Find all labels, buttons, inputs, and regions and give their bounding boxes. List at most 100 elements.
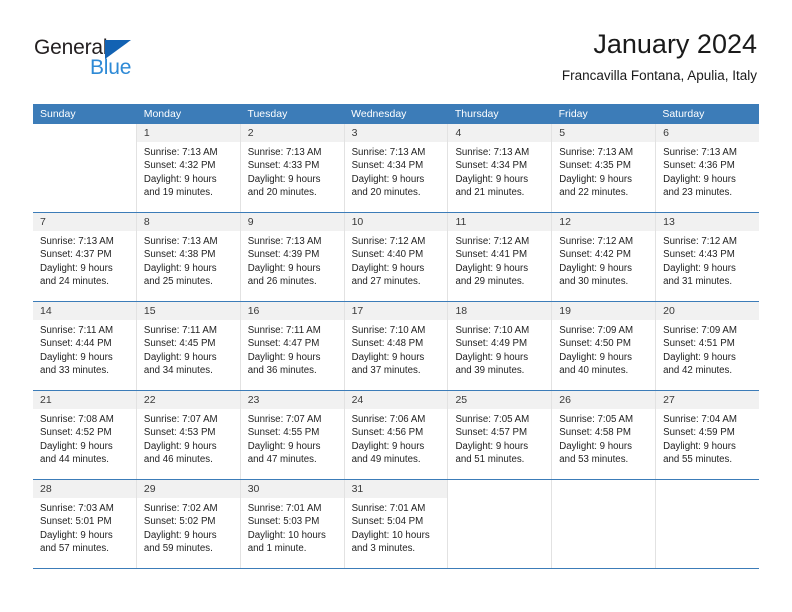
sunset-text: Sunset: 4:50 PM [559, 338, 631, 350]
daylight-text-line2: and 40 minutes. [559, 365, 629, 377]
daylight-text-line2: and 19 minutes. [143, 187, 213, 199]
day-details: Sunrise: 7:01 AM Sunset: 5:03 PM Daylight:… [241, 498, 344, 556]
calendar-day-cell[interactable]: 19 Sunrise: 7:09 AM Sunset: 4:50 PM Dayligh… [552, 302, 657, 390]
day-number-band: 16 [240, 302, 344, 320]
day-details: Sunrise: 7:13 AM Sunset: 4:33 PM Daylight:… [241, 142, 344, 200]
page-header: General Blue January 2024 Francavilla Fo… [0, 0, 792, 100]
day-number-band: 19 [552, 302, 656, 320]
sunset-text: Sunset: 4:38 PM [143, 249, 216, 261]
day-details: Sunrise: 7:12 AM Sunset: 4:40 PM Daylight:… [345, 231, 448, 289]
daylight-text-line1: Daylight: 9 hours [663, 351, 736, 363]
daylight-text-line2: and 1 minute. [247, 543, 307, 555]
calendar-day-cell[interactable]: 28 Sunrise: 7:03 AM Sunset: 5:01 PM Dayligh… [33, 480, 137, 568]
day-details: Sunrise: 7:09 AM Sunset: 4:50 PM Daylight:… [552, 320, 655, 378]
calendar-grid: Sunday Monday Tuesday Wednesday Thursday… [33, 104, 760, 569]
calendar-day-cell[interactable]: 12 Sunrise: 7:12 AM Sunset: 4:42 PM Dayligh… [552, 213, 657, 301]
daylight-text-line1: Daylight: 9 hours [455, 173, 529, 185]
calendar-day-cell[interactable]: 16 Sunrise: 7:11 AM Sunset: 4:47 PM Dayligh… [240, 302, 345, 390]
day-number-band: 24 [344, 391, 448, 409]
daylight-text-line1: Daylight: 10 hours [351, 529, 430, 541]
calendar-day-cell[interactable]: 26 Sunrise: 7:05 AM Sunset: 4:58 PM Dayligh… [552, 391, 657, 479]
daylight-text-line1: Daylight: 9 hours [247, 440, 321, 452]
sunset-text: Sunset: 4:59 PM [663, 427, 735, 439]
daylight-text-line2: and 44 minutes. [40, 454, 109, 466]
sunrise-text: Sunrise: 7:13 AM [143, 147, 218, 158]
calendar-day-cell[interactable]: 2 Sunrise: 7:13 AM Sunset: 4:33 PM Daylight… [240, 124, 345, 212]
day-number-band: 10 [344, 213, 448, 231]
calendar-day-cell[interactable]: 4 Sunrise: 7:13 AM Sunset: 4:34 PM Daylight… [448, 124, 553, 212]
daylight-text-line2: and 49 minutes. [351, 454, 421, 466]
daylight-text-line2: and 37 minutes. [351, 365, 421, 377]
day-details: Sunrise: 7:05 AM Sunset: 4:57 PM Daylight:… [448, 409, 551, 467]
day-details: Sunrise: 7:09 AM Sunset: 4:51 PM Daylight:… [656, 320, 759, 378]
calendar-day-cell[interactable]: 14 Sunrise: 7:11 AM Sunset: 4:44 PM Dayligh… [33, 302, 137, 390]
sunrise-text: Sunrise: 7:05 AM [455, 414, 530, 425]
sunrise-text: Sunrise: 7:11 AM [40, 325, 114, 336]
calendar-day-cell[interactable]: 31 Sunrise: 7:01 AM Sunset: 5:04 PM Dayligh… [344, 480, 449, 568]
day-number-band: 14 [33, 302, 136, 320]
sunset-text: Sunset: 5:03 PM [247, 516, 320, 528]
day-details: Sunrise: 7:04 AM Sunset: 4:59 PM Daylight:… [656, 409, 759, 467]
calendar-day-cell[interactable]: 15 Sunrise: 7:11 AM Sunset: 4:45 PM Dayligh… [136, 302, 241, 390]
calendar-day-cell[interactable]: 13 Sunrise: 7:12 AM Sunset: 4:43 PM Dayligh… [656, 213, 760, 301]
calendar-day-cell[interactable]: 23 Sunrise: 7:07 AM Sunset: 4:55 PM Dayligh… [240, 391, 345, 479]
day-number: 28 [40, 483, 52, 495]
title-block: January 2024 Francavilla Fontana, Apulia… [562, 28, 757, 86]
sunset-text: Sunset: 4:57 PM [455, 427, 528, 439]
sunrise-text: Sunrise: 7:13 AM [143, 236, 218, 247]
weekday-header-friday: Friday [558, 108, 588, 120]
day-number-band [33, 124, 136, 142]
calendar-day-cell[interactable]: 10 Sunrise: 7:12 AM Sunset: 4:40 PM Dayligh… [344, 213, 449, 301]
calendar-day-cell[interactable]: 9 Sunrise: 7:13 AM Sunset: 4:39 PM Daylight… [240, 213, 345, 301]
calendar-day-cell[interactable]: 11 Sunrise: 7:12 AM Sunset: 4:41 PM Dayligh… [448, 213, 553, 301]
calendar-day-cell[interactable]: 25 Sunrise: 7:05 AM Sunset: 4:57 PM Dayligh… [448, 391, 553, 479]
calendar-day-cell[interactable]: 30 Sunrise: 7:01 AM Sunset: 5:03 PM Dayligh… [240, 480, 345, 568]
calendar-day-cell[interactable]: 1 Sunrise: 7:13 AM Sunset: 4:32 PM Daylight… [136, 124, 241, 212]
sunset-text: Sunset: 4:55 PM [247, 427, 320, 439]
calendar-day-cell-empty [448, 480, 553, 568]
calendar-day-cell[interactable]: 18 Sunrise: 7:10 AM Sunset: 4:49 PM Dayligh… [448, 302, 553, 390]
sunset-text: Sunset: 4:58 PM [559, 427, 631, 439]
calendar-day-cell[interactable]: 22 Sunrise: 7:07 AM Sunset: 4:53 PM Dayligh… [136, 391, 241, 479]
sunset-text: Sunset: 4:44 PM [40, 338, 112, 350]
day-number-band: 31 [344, 480, 448, 498]
calendar-day-cell[interactable]: 20 Sunrise: 7:09 AM Sunset: 4:51 PM Dayligh… [656, 302, 760, 390]
sunrise-text: Sunrise: 7:13 AM [40, 236, 114, 247]
daylight-text-line1: Daylight: 9 hours [247, 262, 321, 274]
day-number-band: 1 [136, 124, 240, 142]
day-number-band: 25 [448, 391, 552, 409]
sunrise-text: Sunrise: 7:07 AM [143, 414, 218, 425]
calendar-day-cell[interactable]: 17 Sunrise: 7:10 AM Sunset: 4:48 PM Dayligh… [344, 302, 449, 390]
calendar-day-cell[interactable]: 6 Sunrise: 7:13 AM Sunset: 4:36 PM Daylight… [656, 124, 760, 212]
daylight-text-line2: and 24 minutes. [40, 276, 109, 288]
day-number: 4 [455, 127, 462, 139]
calendar-day-cell[interactable]: 21 Sunrise: 7:08 AM Sunset: 4:52 PM Dayligh… [33, 391, 137, 479]
sunset-text: Sunset: 4:56 PM [351, 427, 424, 439]
daylight-text-line1: Daylight: 9 hours [559, 262, 632, 274]
daylight-text-line1: Daylight: 9 hours [351, 173, 425, 185]
calendar-day-cell[interactable]: 5 Sunrise: 7:13 AM Sunset: 4:35 PM Daylight… [552, 124, 657, 212]
daylight-text-line2: and 27 minutes. [351, 276, 421, 288]
day-number: 2 [247, 127, 254, 139]
sunrise-text: Sunrise: 7:02 AM [143, 503, 218, 514]
sunset-text: Sunset: 4:51 PM [663, 338, 735, 350]
calendar-day-cell[interactable]: 3 Sunrise: 7:13 AM Sunset: 4:34 PM Daylight… [344, 124, 449, 212]
calendar-day-cell[interactable]: 7 Sunrise: 7:13 AM Sunset: 4:37 PM Daylight… [33, 213, 137, 301]
day-number: 8 [143, 216, 150, 228]
sunrise-text: Sunrise: 7:06 AM [351, 414, 426, 425]
day-number-band: 5 [552, 124, 656, 142]
sunrise-text: Sunrise: 7:11 AM [247, 325, 321, 336]
calendar-day-cell-empty [656, 480, 760, 568]
calendar-day-cell[interactable]: 27 Sunrise: 7:04 AM Sunset: 4:59 PM Dayligh… [656, 391, 760, 479]
sunrise-text: Sunrise: 7:10 AM [351, 325, 426, 336]
calendar-week-row: 1 Sunrise: 7:13 AM Sunset: 4:32 PM Daylight… [33, 124, 760, 212]
sunrise-text: Sunrise: 7:13 AM [663, 147, 737, 158]
sunset-text: Sunset: 5:04 PM [351, 516, 424, 528]
calendar-day-cell-empty [552, 480, 657, 568]
calendar-day-cell[interactable]: 24 Sunrise: 7:06 AM Sunset: 4:56 PM Dayligh… [344, 391, 449, 479]
daylight-text-line1: Daylight: 9 hours [40, 440, 113, 452]
calendar-day-cell[interactable]: 29 Sunrise: 7:02 AM Sunset: 5:02 PM Dayligh… [136, 480, 241, 568]
calendar-day-cell[interactable]: 8 Sunrise: 7:13 AM Sunset: 4:38 PM Daylight… [136, 213, 241, 301]
daylight-text-line1: Daylight: 9 hours [247, 173, 321, 185]
sunset-text: Sunset: 4:36 PM [663, 160, 735, 172]
